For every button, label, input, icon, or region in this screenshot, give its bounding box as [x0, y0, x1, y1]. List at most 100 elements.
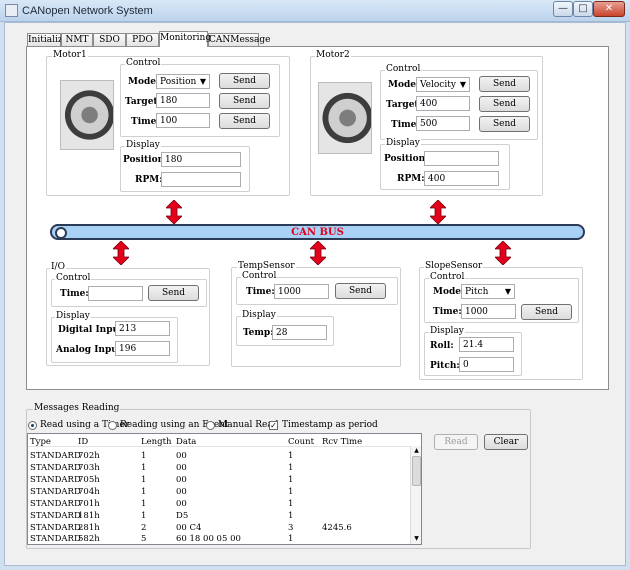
- messages-list[interactable]: Type ID Length Data Count Rcv Time STAND…: [27, 433, 422, 545]
- slope-title: SlopeSensor: [424, 261, 484, 271]
- radio-event[interactable]: [108, 421, 117, 430]
- temp-time-label: Time:: [246, 287, 275, 297]
- slope-mode-select[interactable]: Pitch ▼: [461, 284, 515, 299]
- close-button[interactable]: ✕: [593, 1, 625, 17]
- minimize-button[interactable]: —: [553, 1, 573, 17]
- slope-time-input[interactable]: 1000: [461, 304, 516, 319]
- motor2-rpm-field[interactable]: 400: [424, 171, 499, 186]
- cell-type: STANDARD: [30, 475, 81, 485]
- motor2-target-input[interactable]: 400: [416, 96, 470, 111]
- cell-count: 1: [288, 475, 294, 485]
- header-divider: [28, 446, 410, 447]
- tab-pdo[interactable]: PDO: [126, 33, 159, 46]
- cell-id: 704h: [78, 487, 100, 497]
- motor2-time-input[interactable]: 500: [416, 116, 470, 131]
- table-row[interactable]: STANDARD 181h 1 D5 1: [28, 511, 421, 522]
- cell-data: 00: [176, 487, 187, 497]
- io-analog-field[interactable]: 196: [115, 341, 170, 356]
- timestamp-checkbox-label: Timestamp as period: [282, 420, 378, 430]
- io-digital-field[interactable]: 213: [115, 321, 170, 336]
- cell-length: 1: [141, 499, 147, 509]
- motor2-display-title: Display: [385, 138, 421, 148]
- slope-pitch-label: Pitch:: [430, 361, 460, 371]
- temp-time-input[interactable]: 1000: [274, 284, 329, 299]
- cell-length: 1: [141, 475, 147, 485]
- motor2-control-title: Control: [385, 64, 422, 74]
- table-row[interactable]: STANDARD 701h 1 00 1: [28, 499, 421, 510]
- table-row[interactable]: STANDARD 281h 2 00 C4 3 4245.6: [28, 523, 421, 534]
- cell-id: 703h: [78, 463, 100, 473]
- motor2-time-send-button[interactable]: Send: [479, 116, 530, 132]
- cell-type: STANDARD: [30, 511, 81, 521]
- motor1-target-input[interactable]: 180: [156, 93, 210, 108]
- io-time-input[interactable]: [88, 286, 143, 301]
- title-bar: CANopen Network System — □ ✕: [0, 0, 630, 22]
- slope-roll-field[interactable]: 21.4: [459, 337, 514, 352]
- table-row[interactable]: STANDARD 703h 1 00 1: [28, 463, 421, 474]
- cell-rcvtime: 4245.6: [322, 523, 352, 533]
- io-control-title: Control: [55, 273, 92, 283]
- table-row[interactable]: STANDARD 582h 5 60 18 00 05 00 1: [28, 534, 421, 544]
- io-bus-arrow-icon: [113, 241, 129, 265]
- cell-count: 1: [288, 463, 294, 473]
- can-bus: CAN BUS: [50, 224, 585, 240]
- tab-monitoring[interactable]: Monitoring: [159, 31, 211, 47]
- messages-scrollbar[interactable]: ▲ ▼: [410, 446, 421, 544]
- clear-button[interactable]: Clear: [484, 434, 528, 450]
- table-row[interactable]: STANDARD 704h 1 00 1: [28, 487, 421, 498]
- cell-length: 1: [141, 463, 147, 473]
- motor1-control-title: Control: [125, 58, 162, 68]
- cell-length: 1: [141, 487, 147, 497]
- temp-temp-field[interactable]: 28: [272, 325, 327, 340]
- cell-id: 702h: [78, 451, 100, 461]
- maximize-button[interactable]: □: [573, 1, 593, 17]
- timestamp-checkbox[interactable]: ✓: [269, 421, 278, 430]
- tab-sdo[interactable]: SDO: [93, 33, 126, 46]
- cell-type: STANDARD: [30, 499, 81, 509]
- window-title: CANopen Network System: [22, 5, 153, 17]
- motor2-mode-value: Velocity: [420, 80, 456, 90]
- motor2-mode-select[interactable]: Velocity ▼: [416, 77, 470, 92]
- radio-timer[interactable]: [28, 421, 37, 430]
- table-row[interactable]: STANDARD 705h 1 00 1: [28, 475, 421, 486]
- motor1-mode-label: Mode:: [128, 77, 160, 87]
- tab-initialize[interactable]: Initialize: [27, 33, 68, 46]
- cell-length: 2: [141, 523, 147, 533]
- motor2-title: Motor2: [315, 50, 351, 60]
- scroll-down-icon[interactable]: ▼: [412, 534, 421, 543]
- tab-canmessage[interactable]: CANMessage: [208, 33, 271, 46]
- motor1-time-input[interactable]: 100: [156, 113, 210, 128]
- io-send-button[interactable]: Send: [148, 285, 199, 301]
- slope-send-button[interactable]: Send: [521, 304, 572, 320]
- temp-temp-label: Temp:: [243, 328, 274, 338]
- motor2-target-send-button[interactable]: Send: [479, 96, 530, 112]
- motor1-position-field[interactable]: 180: [161, 152, 241, 167]
- cell-type: STANDARD: [30, 534, 81, 544]
- motor1-time-send-button[interactable]: Send: [219, 113, 270, 129]
- scroll-up-icon[interactable]: ▲: [412, 446, 421, 455]
- motor1-image: [60, 80, 114, 150]
- motor2-mode-send-button[interactable]: Send: [479, 76, 530, 92]
- io-display-title: Display: [55, 311, 91, 321]
- can-bus-label: CAN BUS: [291, 227, 344, 238]
- motor1-target-send-button[interactable]: Send: [219, 93, 270, 109]
- table-row[interactable]: STANDARD 702h 1 00 1: [28, 451, 421, 462]
- slope-pitch-field[interactable]: 0: [459, 357, 514, 372]
- tab-nmt[interactable]: NMT: [61, 33, 93, 46]
- temp-title: TempSensor: [237, 261, 296, 271]
- scroll-thumb[interactable]: [412, 456, 421, 486]
- temp-send-button[interactable]: Send: [335, 283, 386, 299]
- motor2-position-field[interactable]: [424, 151, 499, 166]
- temp-bus-arrow-icon: [310, 241, 326, 265]
- read-button[interactable]: Read: [434, 434, 478, 450]
- cell-id: 281h: [78, 523, 100, 533]
- motor1-rpm-field[interactable]: [161, 172, 241, 187]
- cell-count: 1: [288, 451, 294, 461]
- motor1-mode-send-button[interactable]: Send: [219, 73, 270, 89]
- temp-control-title: Control: [241, 271, 278, 281]
- motor2-position-label: Position:: [384, 154, 429, 164]
- radio-manual[interactable]: [206, 421, 215, 430]
- cell-length: 5: [141, 534, 147, 544]
- slope-mode-value: Pitch: [465, 287, 489, 297]
- motor1-mode-select[interactable]: Position ▼: [156, 74, 210, 89]
